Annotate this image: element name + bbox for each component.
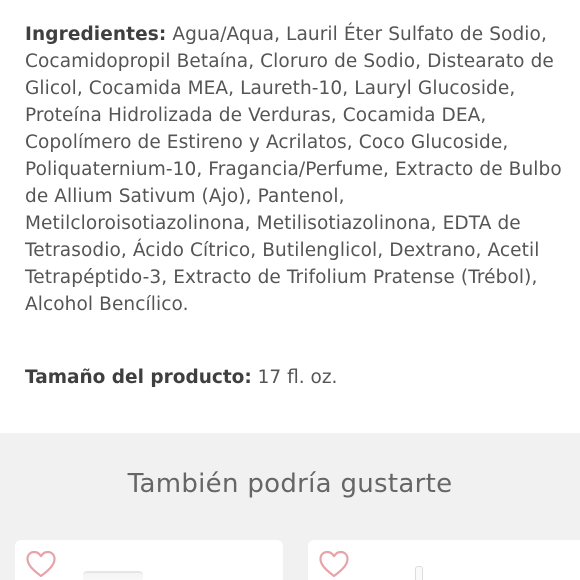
product-card[interactable] <box>15 540 283 580</box>
product-image[interactable] <box>415 566 423 580</box>
product-size-value: 17 fl. oz. <box>251 367 338 388</box>
ingredients-paragraph: Ingredientes: Agua/Aqua, Lauril Éter Sul… <box>25 21 570 318</box>
heart-outline-icon[interactable] <box>318 549 350 579</box>
product-page: — Ingredientes: Agua/Aqua, Lauril Éter S… <box>0 0 580 580</box>
product-card[interactable] <box>308 540 580 580</box>
ingredients-text: Agua/Aqua, Lauril Éter Sulfato de Sodio,… <box>25 24 562 315</box>
ingredients-label: Ingredientes: <box>25 24 167 45</box>
recommendations-section: También podría gustarte <box>0 433 580 580</box>
clipped-text-fragment: — <box>24 0 64 4</box>
product-size: Tamaño del producto: 17 fl. oz. <box>25 364 337 391</box>
product-image[interactable] <box>83 571 143 580</box>
product-size-label: Tamaño del producto: <box>25 367 252 388</box>
heart-outline-icon[interactable] <box>25 549 57 579</box>
recommendations-title: También podría gustarte <box>127 469 453 499</box>
